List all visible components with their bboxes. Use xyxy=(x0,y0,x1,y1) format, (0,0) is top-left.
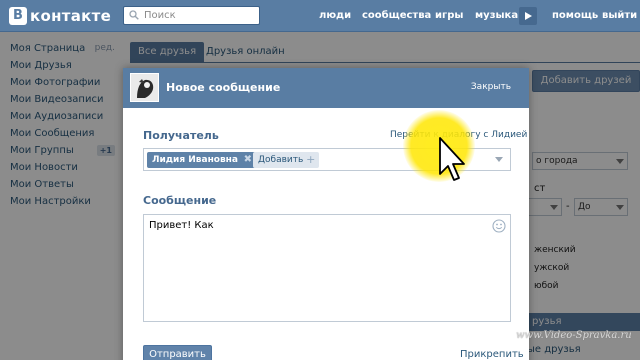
search-icon xyxy=(129,10,139,20)
nav-logout[interactable]: выйти xyxy=(602,10,637,21)
recipient-label: Получатель xyxy=(143,129,219,142)
message-label: Сообщение xyxy=(143,194,217,207)
dropdown-arrow-icon[interactable] xyxy=(495,157,503,162)
send-button[interactable]: Отправить xyxy=(143,345,212,360)
top-bar: B контакте Поиск люди сообщества игры му… xyxy=(0,0,640,32)
logo-text: контакте xyxy=(30,7,112,25)
search-input[interactable]: Поиск xyxy=(123,6,260,25)
watermark: www.Video-Spravka.ru xyxy=(516,330,632,341)
close-icon[interactable]: ✖ xyxy=(244,152,252,168)
smile-icon[interactable] xyxy=(492,219,506,233)
nav-people[interactable]: люди xyxy=(319,10,351,21)
add-recipient-label: Добавить xyxy=(258,155,304,165)
dialog-header: Новое сообщение Закрыть xyxy=(123,68,529,108)
nav-communities[interactable]: сообщества xyxy=(362,10,431,21)
vk-logo[interactable]: B контакте xyxy=(9,7,111,25)
plus-icon: + xyxy=(306,153,316,166)
dialog-title: Новое сообщение xyxy=(166,81,281,94)
cursor-icon xyxy=(439,137,465,181)
logo-mark: B xyxy=(9,7,27,25)
play-icon[interactable] xyxy=(519,7,537,25)
message-text: Привет! Как xyxy=(149,220,214,231)
close-link[interactable]: Закрыть xyxy=(471,82,511,92)
search-placeholder: Поиск xyxy=(144,10,176,21)
avatar xyxy=(130,73,159,102)
recipient-chip-label: Лидия Ивановна xyxy=(152,155,238,165)
recipient-chip[interactable]: Лидия Ивановна ✖ xyxy=(147,152,256,168)
nav-music[interactable]: музыка xyxy=(475,10,518,21)
nav-help[interactable]: помощь xyxy=(552,10,598,21)
new-message-dialog: Новое сообщение Закрыть Получатель Перей… xyxy=(123,68,529,360)
add-recipient-button[interactable]: Добавить + xyxy=(253,152,320,168)
nav-games[interactable]: игры xyxy=(435,10,463,21)
message-textarea[interactable]: Привет! Как xyxy=(143,214,511,322)
attach-link[interactable]: Прикрепить xyxy=(460,349,524,360)
